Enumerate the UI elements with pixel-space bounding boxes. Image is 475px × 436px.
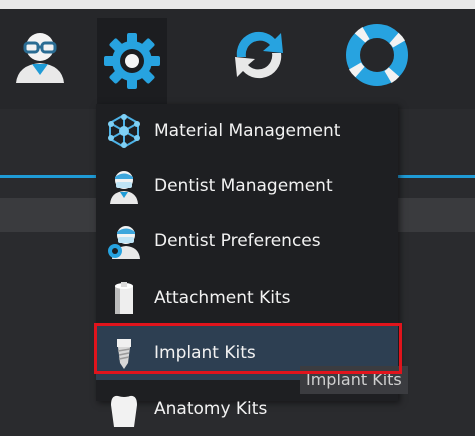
gear-icon — [104, 33, 160, 89]
support-button[interactable] — [342, 20, 412, 90]
refresh-button[interactable] — [224, 20, 294, 90]
attachment-kit-icon — [104, 278, 144, 318]
menu-item-label: Dentist Management — [154, 176, 333, 196]
menu-item-label: Anatomy Kits — [154, 399, 268, 419]
settings-button[interactable] — [97, 18, 167, 104]
anatomy-kit-icon — [104, 389, 144, 429]
menu-item-label: Implant Kits — [154, 343, 256, 363]
menu-item-dentist-management[interactable]: Dentist Management — [96, 159, 398, 213]
dentist-icon — [104, 166, 144, 206]
tooltip: Implant Kits — [300, 366, 408, 394]
lifebuoy-icon — [346, 24, 408, 86]
menu-item-attachment-kits[interactable]: Attachment Kits — [96, 271, 398, 325]
window-top-strip — [0, 0, 475, 9]
menu-item-dentist-preferences[interactable]: Dentist Preferences — [96, 214, 398, 268]
menu-item-label: Attachment Kits — [154, 288, 291, 308]
menu-item-material-management[interactable]: Material Management — [96, 104, 398, 158]
material-icon — [104, 111, 144, 151]
user-button[interactable] — [5, 20, 75, 90]
menu-item-label: Dentist Preferences — [154, 231, 321, 251]
refresh-icon — [235, 31, 283, 79]
user-icon — [16, 33, 64, 83]
implant-kit-icon — [104, 333, 144, 373]
dentist-preferences-icon — [104, 221, 144, 261]
menu-item-label: Material Management — [154, 121, 341, 141]
settings-dropdown-menu: Material Management Dentist Management D… — [96, 104, 398, 427]
